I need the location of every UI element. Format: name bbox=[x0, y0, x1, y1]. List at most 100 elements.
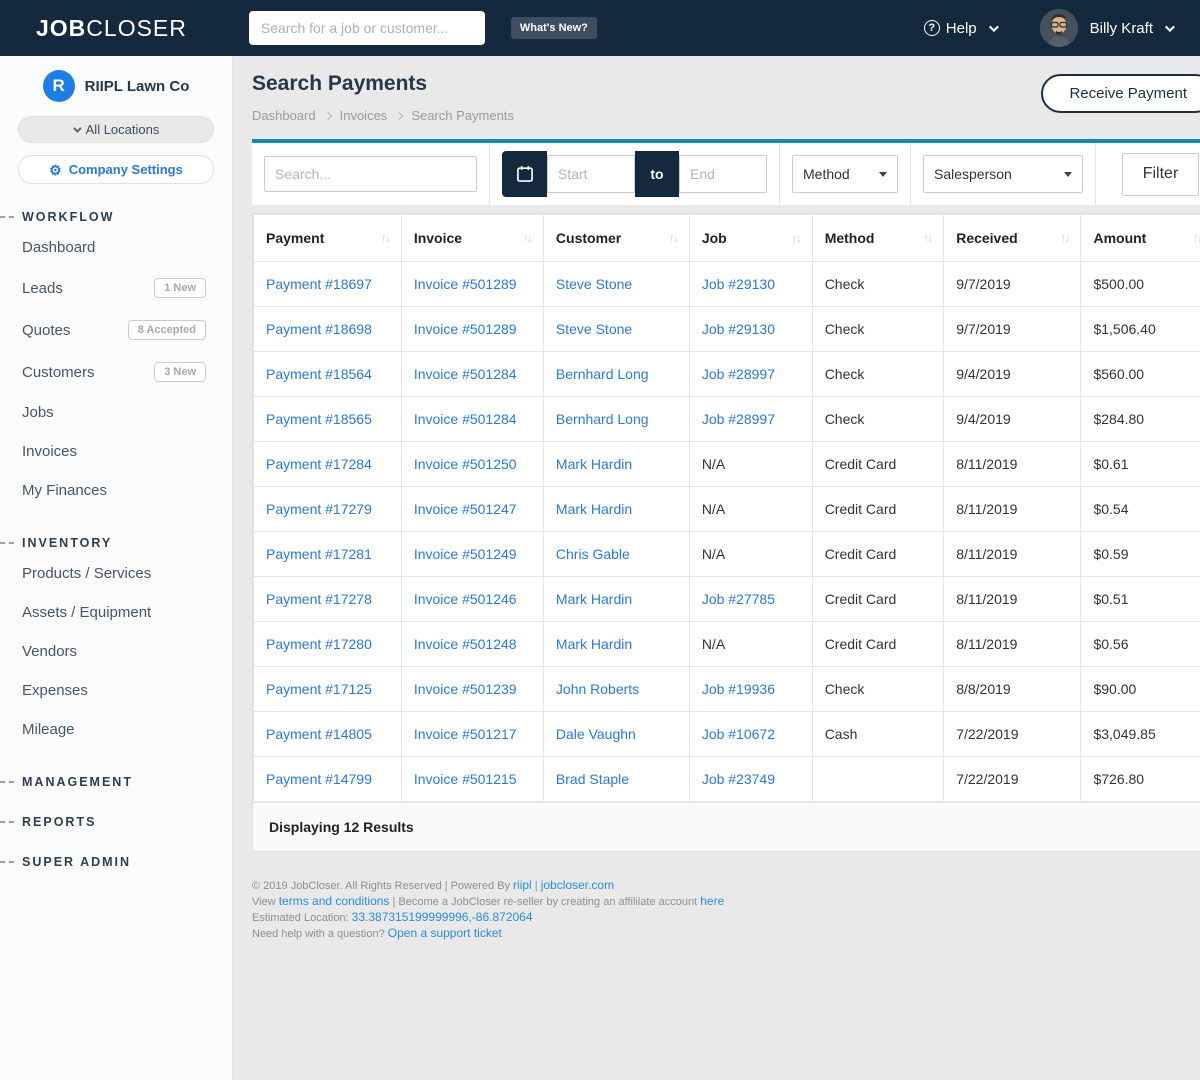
payment-link[interactable]: Payment #17281 bbox=[254, 532, 402, 577]
sidebar-section-reports[interactable]: REPORTS bbox=[0, 815, 232, 829]
breadcrumb-dashboard[interactable]: Dashboard bbox=[252, 108, 316, 123]
sidebar-item-leads[interactable]: Leads1 New bbox=[0, 267, 232, 309]
invoice-link[interactable]: Invoice #501284 bbox=[401, 397, 543, 442]
receive-payment-button[interactable]: Receive Payment bbox=[1041, 74, 1200, 113]
sidebar-item-assets-equipment[interactable]: Assets / Equipment bbox=[0, 593, 232, 632]
payment-link[interactable]: Payment #17284 bbox=[254, 442, 402, 487]
sidebar-item-dashboard[interactable]: Dashboard bbox=[0, 228, 232, 267]
col-header-received[interactable]: Received bbox=[956, 230, 1017, 246]
global-search-input[interactable] bbox=[249, 11, 485, 45]
user-menu-chevron-icon[interactable] bbox=[1165, 22, 1175, 32]
sidebar-item-products-services[interactable]: Products / Services bbox=[0, 554, 232, 593]
customer-link[interactable]: Mark Hardin bbox=[543, 442, 689, 487]
payment-link[interactable]: Payment #17278 bbox=[254, 577, 402, 622]
help-menu[interactable]: ? Help bbox=[924, 20, 996, 37]
filter-button[interactable]: Filter bbox=[1122, 153, 1199, 196]
job-link[interactable]: Job #29130 bbox=[689, 307, 812, 352]
col-header-customer[interactable]: Customer bbox=[556, 230, 621, 246]
sidebar-item-jobs[interactable]: Jobs bbox=[0, 393, 232, 432]
job-link[interactable]: Job #28997 bbox=[689, 397, 812, 442]
customer-link[interactable]: Mark Hardin bbox=[543, 622, 689, 667]
app-logo[interactable]: JOBCLOSER bbox=[36, 15, 187, 42]
invoice-link[interactable]: Invoice #501249 bbox=[401, 532, 543, 577]
whats-new-button[interactable]: What's New? bbox=[511, 17, 597, 39]
here-link[interactable]: here bbox=[700, 894, 724, 908]
end-date-input[interactable] bbox=[679, 155, 767, 193]
sort-icon[interactable]: ↑↓ bbox=[792, 231, 800, 245]
method-select[interactable]: Method bbox=[792, 155, 898, 193]
job-link[interactable]: Job #10672 bbox=[689, 712, 812, 757]
invoice-link[interactable]: Invoice #501246 bbox=[401, 577, 543, 622]
sort-icon[interactable]: ↑↓ bbox=[1193, 231, 1200, 245]
payment-link[interactable]: Payment #18565 bbox=[254, 397, 402, 442]
customer-link[interactable]: Dale Vaughn bbox=[543, 712, 689, 757]
location-coordinates-link[interactable]: 33.387315199999996,-86.872064 bbox=[352, 910, 533, 924]
invoice-link[interactable]: Invoice #501217 bbox=[401, 712, 543, 757]
sidebar-item-expenses[interactable]: Expenses bbox=[0, 671, 232, 710]
payment-link[interactable]: Payment #14799 bbox=[254, 757, 402, 802]
customer-link[interactable]: Brad Staple bbox=[543, 757, 689, 802]
job-link[interactable]: Job #27785 bbox=[689, 577, 812, 622]
sidebar-item-quotes[interactable]: Quotes8 Accepted bbox=[0, 309, 232, 351]
company-settings-button[interactable]: ⚙ Company Settings bbox=[18, 155, 214, 184]
sort-icon[interactable]: ↑↓ bbox=[669, 231, 677, 245]
support-ticket-link[interactable]: Open a support ticket bbox=[388, 926, 502, 940]
job-link[interactable]: Job #29130 bbox=[689, 262, 812, 307]
salesperson-select[interactable]: Salesperson bbox=[923, 155, 1083, 193]
all-locations-dropdown[interactable]: All Locations bbox=[18, 116, 214, 143]
job-link[interactable]: Job #19936 bbox=[689, 667, 812, 712]
invoice-link[interactable]: Invoice #501239 bbox=[401, 667, 543, 712]
customer-link[interactable]: Mark Hardin bbox=[543, 487, 689, 532]
calendar-icon[interactable] bbox=[502, 151, 547, 197]
payment-link[interactable]: Payment #18698 bbox=[254, 307, 402, 352]
invoice-link[interactable]: Invoice #501289 bbox=[401, 307, 543, 352]
col-header-method[interactable]: Method bbox=[825, 230, 875, 246]
riipl-link[interactable]: riipl bbox=[513, 878, 532, 892]
table-search-input[interactable] bbox=[264, 156, 477, 192]
invoice-link[interactable]: Invoice #501247 bbox=[401, 487, 543, 532]
customer-link[interactable]: John Roberts bbox=[543, 667, 689, 712]
invoice-link[interactable]: Invoice #501250 bbox=[401, 442, 543, 487]
sort-icon[interactable]: ↑↓ bbox=[381, 231, 389, 245]
sort-icon[interactable]: ↑↓ bbox=[1060, 231, 1068, 245]
job-link[interactable]: Job #28997 bbox=[689, 352, 812, 397]
sidebar-section-super-admin[interactable]: SUPER ADMIN bbox=[0, 855, 232, 869]
sidebar-section-inventory[interactable]: INVENTORY bbox=[0, 536, 232, 550]
invoice-link[interactable]: Invoice #501248 bbox=[401, 622, 543, 667]
invoice-link[interactable]: Invoice #501289 bbox=[401, 262, 543, 307]
avatar[interactable] bbox=[1040, 9, 1078, 47]
payment-link[interactable]: Payment #17280 bbox=[254, 622, 402, 667]
breadcrumb-invoices[interactable]: Invoices bbox=[340, 108, 388, 123]
job-link[interactable]: Job #23749 bbox=[689, 757, 812, 802]
customer-link[interactable]: Chris Gable bbox=[543, 532, 689, 577]
payment-link[interactable]: Payment #18697 bbox=[254, 262, 402, 307]
sidebar-item-vendors[interactable]: Vendors bbox=[0, 632, 232, 671]
sort-icon[interactable]: ↑↓ bbox=[923, 231, 931, 245]
col-header-invoice[interactable]: Invoice bbox=[414, 230, 462, 246]
invoice-link[interactable]: Invoice #501284 bbox=[401, 352, 543, 397]
sidebar-section-management[interactable]: MANAGEMENT bbox=[0, 775, 232, 789]
invoice-link[interactable]: Invoice #501215 bbox=[401, 757, 543, 802]
customer-link[interactable]: Bernhard Long bbox=[543, 352, 689, 397]
sidebar-item-invoices[interactable]: Invoices bbox=[0, 432, 232, 471]
customer-link[interactable]: Mark Hardin bbox=[543, 577, 689, 622]
col-header-job[interactable]: Job bbox=[702, 230, 727, 246]
jobcloser-link[interactable]: jobcloser.com bbox=[541, 878, 614, 892]
payment-link[interactable]: Payment #18564 bbox=[254, 352, 402, 397]
payment-link[interactable]: Payment #17279 bbox=[254, 487, 402, 532]
user-name[interactable]: Billy Kraft bbox=[1090, 20, 1153, 37]
terms-and-conditions-link[interactable]: terms and conditions bbox=[279, 894, 390, 908]
sidebar-item-my-finances[interactable]: My Finances bbox=[0, 471, 232, 510]
customer-link[interactable]: Steve Stone bbox=[543, 262, 689, 307]
sidebar-item-mileage[interactable]: Mileage bbox=[0, 710, 232, 749]
sort-icon[interactable]: ↑↓ bbox=[523, 231, 531, 245]
start-date-input[interactable] bbox=[547, 155, 635, 193]
sidebar-item-customers[interactable]: Customers3 New bbox=[0, 351, 232, 393]
col-header-amount[interactable]: Amount bbox=[1093, 230, 1146, 246]
payment-link[interactable]: Payment #14805 bbox=[254, 712, 402, 757]
customer-link[interactable]: Steve Stone bbox=[543, 307, 689, 352]
customer-link[interactable]: Bernhard Long bbox=[543, 397, 689, 442]
col-header-payment[interactable]: Payment bbox=[266, 230, 324, 246]
payment-link[interactable]: Payment #17125 bbox=[254, 667, 402, 712]
sidebar-section-workflow[interactable]: WORKFLOW bbox=[0, 210, 232, 224]
